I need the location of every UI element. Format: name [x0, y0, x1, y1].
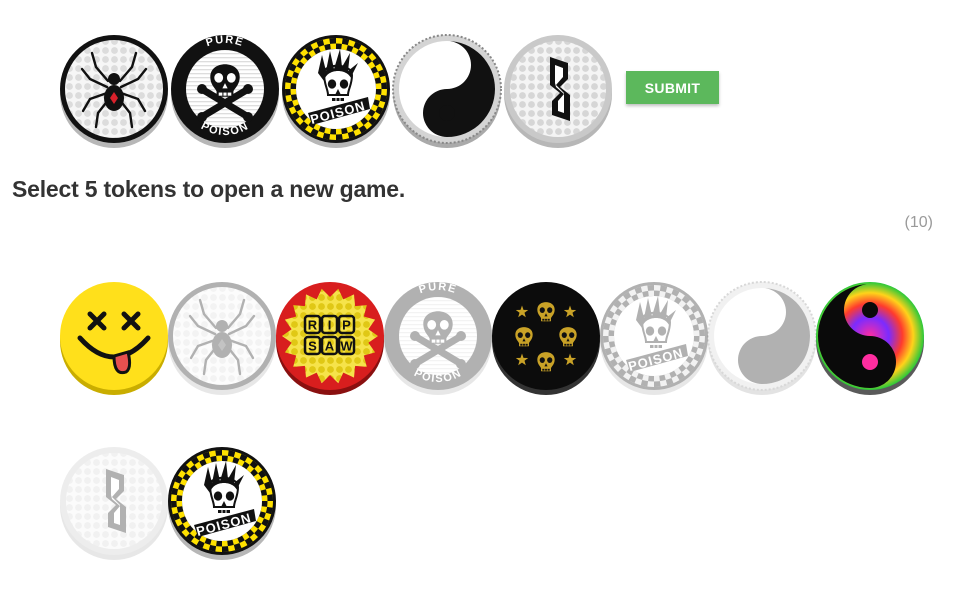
token-label: R — [308, 318, 318, 333]
token-label: P — [342, 318, 351, 333]
pool-poison-punk-skull-token-6[interactable]: POISON — [596, 282, 712, 396]
selected-pure-poison-skull-token-2[interactable]: PURE POISON — [167, 34, 283, 149]
pool-rip-saw-token-3[interactable]: R I P S A W — [272, 282, 388, 396]
token-label: W — [340, 339, 353, 354]
token-label: A — [325, 339, 335, 354]
pool-poison-punk-skull-token-10[interactable]: POISON — [164, 447, 280, 561]
submit-button[interactable]: SUBMIT — [626, 71, 719, 104]
pool-s-glyph-token-9[interactable] — [56, 447, 172, 561]
token-count: (10) — [904, 214, 933, 231]
pool-smiley-x-token-1[interactable] — [56, 282, 172, 396]
selected-yin-yang-token-4[interactable] — [389, 34, 505, 149]
token-label: I — [328, 318, 332, 333]
token-pool-row: POISON — [56, 447, 276, 561]
pool-four-skulls-token-5[interactable] — [488, 282, 604, 396]
pool-yin-yang-token-7[interactable] — [704, 281, 820, 396]
selected-token-row: PURE POISON POISON — [56, 34, 612, 149]
selected-spider-token-1[interactable] — [56, 35, 172, 149]
pool-rainbow-yin-yang-token-8[interactable] — [812, 282, 928, 396]
selected-poison-punk-skull-token-3[interactable]: POISON — [278, 35, 394, 149]
pool-pure-poison-skull-token-4[interactable]: PURE POISON — [380, 281, 496, 396]
instructions-heading: Select 5 tokens to open a new game. — [12, 176, 406, 202]
pool-spider-token-2[interactable] — [164, 282, 280, 396]
selected-s-glyph-token-5[interactable] — [500, 35, 616, 149]
token-label: S — [308, 339, 317, 354]
token-pool-row: R I P S A W PURE POISON POISON — [56, 281, 924, 396]
